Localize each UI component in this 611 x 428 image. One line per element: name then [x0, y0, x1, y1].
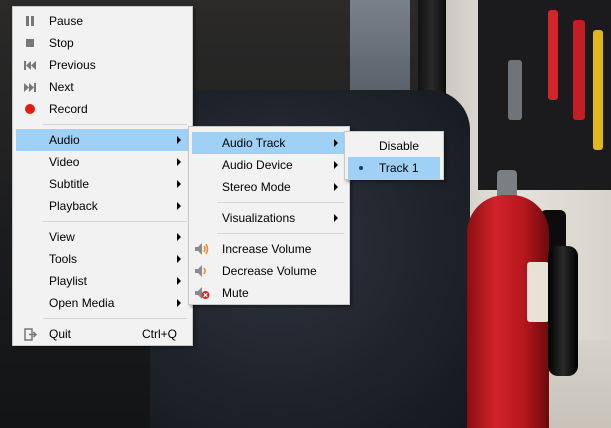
menu-item-label: Audio Track [222, 136, 286, 150]
submenu-arrow-icon [177, 136, 181, 144]
menu-item-label: Mute [222, 286, 249, 300]
menu-item-audio[interactable]: Audio [16, 129, 189, 151]
menu-item-label: Audio [49, 133, 80, 147]
menu-item-view[interactable]: View [16, 226, 189, 248]
menu-item-audio-track[interactable]: Audio Track [192, 132, 346, 154]
record-icon [22, 101, 38, 117]
menu-item-playback[interactable]: Playback [16, 195, 189, 217]
quit-shortcut: Ctrl+Q [141, 327, 177, 341]
menu-item-pause[interactable]: Pause [16, 10, 189, 32]
menu-item-previous[interactable]: Previous [16, 54, 189, 76]
menu-item-label: Playback [49, 199, 98, 213]
submenu-arrow-icon [177, 180, 181, 188]
context-menu: Pause Stop Previous Next Record Audio Vi… [12, 6, 193, 346]
menu-item-label: Previous [49, 58, 96, 72]
menu-item-label: Subtitle [49, 177, 90, 191]
menu-item-subtitle[interactable]: Subtitle [16, 173, 189, 195]
menu-item-label: Stop [49, 36, 74, 50]
menu-item-label: Video [49, 155, 80, 169]
submenu-arrow-icon [177, 233, 181, 241]
metal-tool [508, 60, 522, 120]
extinguisher-horn [548, 246, 578, 376]
screwdriver-handle [548, 10, 558, 100]
submenu-arrow-icon [334, 139, 338, 147]
pause-icon [22, 13, 38, 29]
submenu-arrow-icon [334, 183, 338, 191]
menu-item-label: Disable [379, 139, 420, 153]
menu-item-video[interactable]: Video [16, 151, 189, 173]
volume-down-icon [194, 263, 210, 279]
menu-item-label: Visualizations [222, 211, 296, 225]
audio-track-submenu: Disable Track 1 [344, 131, 444, 180]
menu-item-label: Quit [49, 327, 72, 341]
menu-item-next[interactable]: Next [16, 76, 189, 98]
extinguisher-label [527, 262, 549, 322]
menu-item-visualizations[interactable]: Visualizations [192, 207, 346, 229]
menu-item-label: Audio Device [222, 158, 293, 172]
menu-separator [217, 202, 344, 203]
tool-pegboard [478, 0, 611, 190]
menu-item-disable[interactable]: Disable [348, 135, 440, 157]
radio-selected-icon [353, 160, 369, 176]
menu-item-stop[interactable]: Stop [16, 32, 189, 54]
submenu-arrow-icon [334, 214, 338, 222]
stop-icon [22, 35, 38, 51]
menu-item-label: Track 1 [379, 161, 419, 175]
menu-item-label: Playlist [49, 274, 88, 288]
volume-up-icon [194, 241, 210, 257]
menu-item-increase-volume[interactable]: Increase Volume [192, 238, 346, 260]
previous-icon [22, 57, 38, 73]
submenu-arrow-icon [177, 299, 181, 307]
menu-item-decrease-volume[interactable]: Decrease Volume [192, 260, 346, 282]
quit-icon [22, 326, 38, 342]
submenu-arrow-icon [177, 255, 181, 263]
next-icon [22, 79, 38, 95]
menu-item-open-media[interactable]: Open Media [16, 292, 189, 314]
menu-item-label: Increase Volume [222, 242, 312, 256]
pliers-handle [573, 20, 585, 120]
menu-item-label: Stereo Mode [222, 180, 291, 194]
menu-item-label: Record [49, 102, 88, 116]
menu-item-quit[interactable]: Quit Ctrl+Q [16, 323, 189, 345]
submenu-arrow-icon [334, 161, 338, 169]
menu-item-mute[interactable]: Mute [192, 282, 346, 304]
menu-item-audio-device[interactable]: Audio Device [192, 154, 346, 176]
mute-icon [194, 285, 210, 301]
menu-item-label: Next [49, 80, 74, 94]
menu-item-tools[interactable]: Tools [16, 248, 189, 270]
menu-separator [43, 124, 187, 125]
menu-item-playlist[interactable]: Playlist [16, 270, 189, 292]
submenu-arrow-icon [177, 158, 181, 166]
menu-item-track-1[interactable]: Track 1 [348, 157, 440, 179]
menu-item-label: View [49, 230, 75, 244]
menu-item-label: Decrease Volume [222, 264, 317, 278]
menu-separator [43, 318, 187, 319]
menu-item-label: Open Media [49, 296, 115, 310]
menu-item-record[interactable]: Record [16, 98, 189, 120]
menu-separator [217, 233, 344, 234]
menu-item-label: Tools [49, 252, 78, 266]
menu-separator [43, 221, 187, 222]
submenu-arrow-icon [177, 202, 181, 210]
menu-item-label: Pause [49, 14, 84, 28]
menu-item-stereo-mode[interactable]: Stereo Mode [192, 176, 346, 198]
yellow-tool [593, 30, 603, 150]
submenu-arrow-icon [177, 277, 181, 285]
audio-submenu: Audio Track Audio Device Stereo Mode Vis… [188, 126, 350, 305]
